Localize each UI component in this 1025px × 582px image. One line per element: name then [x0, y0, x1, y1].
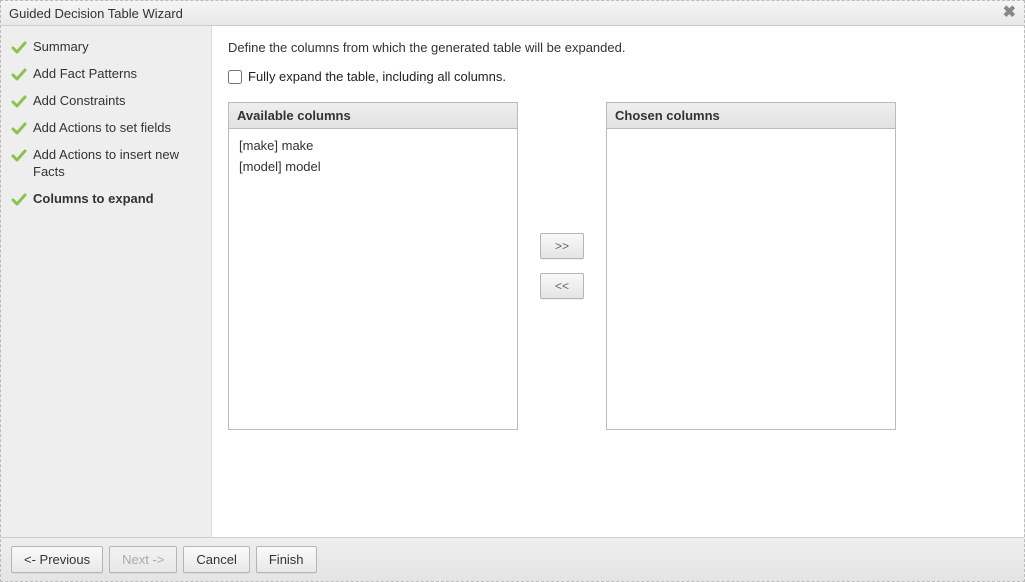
- check-icon: [11, 192, 27, 208]
- step-summary[interactable]: Summary: [7, 34, 205, 61]
- close-icon[interactable]: ✖: [1003, 5, 1016, 21]
- list-item[interactable]: [model] model: [233, 156, 513, 177]
- check-icon: [11, 94, 27, 110]
- available-columns-header: Available columns: [229, 103, 517, 129]
- fully-expand-row[interactable]: Fully expand the table, including all co…: [228, 69, 1008, 84]
- shuttle-buttons: >> <<: [536, 102, 588, 430]
- step-add-fact-patterns[interactable]: Add Fact Patterns: [7, 61, 205, 88]
- check-icon: [11, 148, 27, 164]
- wizard-steps-sidebar: Summary Add Fact Patterns Add Constraint…: [1, 26, 211, 537]
- columns-shuttle: Available columns [make] make [model] mo…: [228, 102, 1008, 430]
- step-add-actions-insert-facts[interactable]: Add Actions to insert new Facts: [7, 142, 205, 186]
- step-add-constraints[interactable]: Add Constraints: [7, 88, 205, 115]
- move-left-button[interactable]: <<: [540, 273, 584, 299]
- move-right-button[interactable]: >>: [540, 233, 584, 259]
- check-icon: [11, 40, 27, 56]
- dialog-title: Guided Decision Table Wizard: [9, 6, 183, 21]
- step-add-actions-set-fields[interactable]: Add Actions to set fields: [7, 115, 205, 142]
- chosen-columns-box: Chosen columns: [606, 102, 896, 430]
- title-bar: Guided Decision Table Wizard ✖: [1, 1, 1024, 26]
- step-label: Add Actions to insert new Facts: [33, 147, 201, 181]
- instruction-text: Define the columns from which the genera…: [228, 40, 1008, 55]
- fully-expand-checkbox[interactable]: [228, 70, 242, 84]
- available-columns-box: Available columns [make] make [model] mo…: [228, 102, 518, 430]
- previous-button[interactable]: <- Previous: [11, 546, 103, 573]
- check-icon: [11, 121, 27, 137]
- chosen-columns-header: Chosen columns: [607, 103, 895, 129]
- check-icon: [11, 67, 27, 83]
- step-columns-to-expand[interactable]: Columns to expand: [7, 186, 205, 213]
- main-panel: Define the columns from which the genera…: [211, 26, 1024, 537]
- dialog-body: Summary Add Fact Patterns Add Constraint…: [1, 26, 1024, 537]
- available-columns-list[interactable]: [make] make [model] model: [229, 129, 517, 429]
- step-label: Summary: [33, 39, 201, 56]
- footer-bar: <- Previous Next -> Cancel Finish: [1, 537, 1024, 581]
- fully-expand-label: Fully expand the table, including all co…: [248, 69, 506, 84]
- step-label: Add Actions to set fields: [33, 120, 201, 137]
- cancel-button[interactable]: Cancel: [183, 546, 249, 573]
- step-label: Columns to expand: [33, 191, 201, 208]
- next-button[interactable]: Next ->: [109, 546, 177, 573]
- step-label: Add Constraints: [33, 93, 201, 110]
- wizard-dialog: Guided Decision Table Wizard ✖ Summary A…: [0, 0, 1025, 582]
- list-item[interactable]: [make] make: [233, 135, 513, 156]
- step-label: Add Fact Patterns: [33, 66, 201, 83]
- chosen-columns-list[interactable]: [607, 129, 895, 429]
- finish-button[interactable]: Finish: [256, 546, 317, 573]
